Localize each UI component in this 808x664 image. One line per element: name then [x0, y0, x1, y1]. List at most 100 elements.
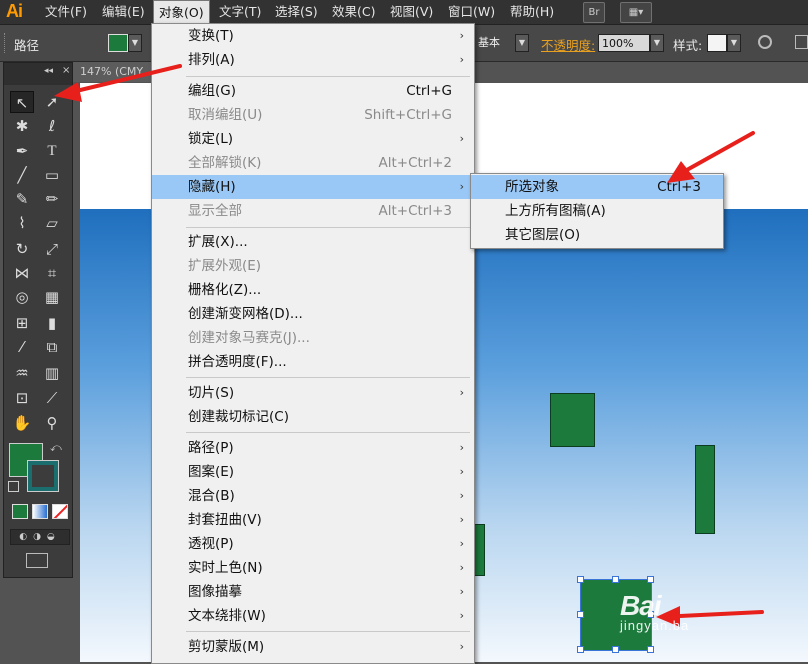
perspective-grid-tool-icon[interactable]: ▦: [40, 286, 64, 308]
menu-item-flatten-transparency[interactable]: 拼合透明度(F)...: [152, 350, 474, 374]
menu-effect[interactable]: 效果(C): [327, 0, 380, 24]
shape-builder-tool-icon[interactable]: ◎: [10, 286, 34, 308]
menu-item-expand[interactable]: 扩展(X)...: [152, 230, 474, 254]
menu-item-create-trim-marks[interactable]: 创建裁切标记(C): [152, 405, 474, 429]
green-rectangle[interactable]: [550, 393, 595, 447]
blob-brush-tool-icon[interactable]: ⌇: [10, 212, 34, 234]
menu-window[interactable]: 窗口(W): [443, 0, 500, 24]
color-mode-icon[interactable]: [12, 504, 28, 519]
magic-wand-tool-icon[interactable]: ✱: [10, 115, 34, 137]
paintbrush-tool-icon[interactable]: ✎: [10, 188, 34, 210]
object-menu-dropdown: 变换(T) › 排列(A) › 编组(G) Ctrl+G 取消编组(U) Shift+C…: [151, 23, 475, 664]
menu-item-image-trace[interactable]: 图像描摹 ›: [152, 580, 474, 604]
align-icon[interactable]: [795, 35, 808, 49]
screen-mode-icon[interactable]: [26, 553, 48, 568]
lasso-tool-icon[interactable]: ℓ: [40, 115, 64, 137]
selection-handle[interactable]: [612, 646, 619, 653]
gradient-tool-icon[interactable]: ▮: [40, 312, 64, 334]
symbol-sprayer-tool-icon[interactable]: ♒: [10, 362, 34, 384]
menu-item-create-object-mosaic: 创建对象马赛克(J)...: [188, 330, 310, 346]
graph-tool-icon[interactable]: ▥: [40, 362, 64, 384]
blend-tool-icon[interactable]: ⧉: [40, 336, 64, 358]
artboard-tool-icon[interactable]: ⊡: [10, 387, 34, 409]
green-bar[interactable]: [695, 445, 715, 534]
submenu-item-all-artwork-above[interactable]: 上方所有图稿(A): [471, 199, 723, 223]
opacity-label[interactable]: 不透明度:: [541, 35, 595, 54]
workspace-switcher-icon[interactable]: ▦▾: [620, 2, 652, 23]
menu-item-live-paint[interactable]: 实时上色(N) ›: [152, 556, 474, 580]
menu-select[interactable]: 选择(S): [270, 0, 323, 24]
baidu-watermark: Bai jingyan.ba: [620, 590, 690, 633]
menu-item-text-wrap[interactable]: 文本绕排(W) ›: [152, 604, 474, 628]
menu-item-transform[interactable]: 变换(T) ›: [152, 24, 474, 48]
free-transform-tool-icon[interactable]: ⌗: [40, 262, 64, 284]
rectangle-tool-icon[interactable]: ▭: [40, 164, 64, 186]
menu-type[interactable]: 文字(T): [214, 0, 266, 24]
menu-item-envelope-distort[interactable]: 封套扭曲(V) ›: [152, 508, 474, 532]
style-dropdown-arrow-icon[interactable]: ▼: [727, 34, 741, 52]
menu-item-create-gradient-mesh[interactable]: 创建渐变网格(D)...: [152, 302, 474, 326]
menu-separator: [186, 227, 470, 228]
pencil-tool-icon[interactable]: ✏: [40, 188, 64, 210]
submenu-arrow-icon: ›: [459, 441, 464, 454]
menu-item-show-all: 显示全部 Alt+Ctrl+3: [188, 203, 452, 219]
menu-item-path[interactable]: 路径(P) ›: [152, 436, 474, 460]
width-tool-icon[interactable]: ⋈: [10, 262, 34, 284]
fill-dropdown-arrow-icon[interactable]: ▼: [128, 34, 142, 52]
menu-bar: Ai 文件(F) 编辑(E) 对象(O) 文字(T) 选择(S) 效果(C) 视…: [0, 0, 808, 25]
submenu-item-other-layers[interactable]: 其它图层(O): [471, 223, 723, 247]
menu-item-clipping-mask[interactable]: 剪切蒙版(M) ›: [152, 635, 474, 659]
menu-item-hide[interactable]: 隐藏(H) ›: [152, 175, 474, 199]
hand-tool-icon[interactable]: ✋: [10, 412, 34, 434]
selection-handle[interactable]: [577, 611, 584, 618]
opacity-dropdown-arrow-icon[interactable]: ▼: [650, 34, 664, 52]
submenu-arrow-icon: ›: [459, 609, 464, 622]
menu-item-perspective[interactable]: 透视(P) ›: [152, 532, 474, 556]
eyedropper-tool-icon[interactable]: ⁄: [10, 336, 34, 358]
selection-handle[interactable]: [577, 646, 584, 653]
zoom-tool-icon[interactable]: ⚲: [40, 412, 64, 434]
eraser-tool-icon[interactable]: ▱: [40, 212, 64, 234]
menu-help[interactable]: 帮助(H): [505, 0, 559, 24]
menu-item-pattern[interactable]: 图案(E) ›: [152, 460, 474, 484]
opacity-input[interactable]: 100%: [598, 34, 650, 52]
menu-edit[interactable]: 编辑(E): [97, 0, 150, 24]
menu-item-lock[interactable]: 锁定(L) ›: [152, 127, 474, 151]
menu-item-arrange[interactable]: 排列(A) ›: [152, 48, 474, 72]
selection-handle[interactable]: [612, 576, 619, 583]
default-colors-icon[interactable]: [8, 481, 19, 492]
type-tool-icon[interactable]: T: [40, 140, 64, 162]
recolor-icon[interactable]: [758, 35, 772, 49]
pen-tool-icon[interactable]: ✒: [10, 140, 34, 162]
rotate-tool-icon[interactable]: ↻: [10, 238, 34, 260]
selection-handle[interactable]: [647, 646, 654, 653]
menu-item-rasterize[interactable]: 栅格化(Z)...: [152, 278, 474, 302]
menu-item-group[interactable]: 编组(G) Ctrl+G: [152, 79, 474, 103]
grip-icon: [4, 33, 8, 53]
slice-tool-icon[interactable]: ⟋: [40, 387, 64, 409]
mesh-tool-icon[interactable]: ⊞: [10, 312, 34, 334]
scale-tool-icon[interactable]: ⤢: [40, 238, 64, 260]
stroke-style-arrow-icon[interactable]: ▼: [515, 34, 529, 52]
bridge-button[interactable]: Br: [583, 2, 605, 23]
stroke-swatch[interactable]: [27, 460, 59, 492]
menu-item-slice[interactable]: 切片(S) ›: [152, 381, 474, 405]
stroke-style-dropdown[interactable]: 基本: [475, 34, 515, 52]
line-tool-icon[interactable]: ╱: [10, 164, 34, 186]
submenu-arrow-icon: ›: [459, 132, 464, 145]
draw-mode-icons[interactable]: ◐◑◒: [10, 529, 70, 545]
selection-tool-icon[interactable]: ↖: [10, 91, 34, 113]
menu-object[interactable]: 对象(O): [153, 0, 210, 24]
style-label: 样式:: [673, 38, 703, 53]
menu-item-blend[interactable]: 混合(B) ›: [152, 484, 474, 508]
submenu-arrow-icon: ›: [459, 537, 464, 550]
gradient-mode-icon[interactable]: [32, 504, 48, 519]
selection-handle[interactable]: [577, 576, 584, 583]
graphic-style-swatch[interactable]: [707, 34, 727, 52]
none-mode-icon[interactable]: [52, 504, 68, 519]
selection-handle[interactable]: [647, 576, 654, 583]
menu-file[interactable]: 文件(F): [40, 0, 92, 24]
fill-color-swatch[interactable]: [108, 34, 128, 52]
swap-fill-stroke-icon[interactable]: ⤺: [50, 441, 62, 455]
menu-view[interactable]: 视图(V): [385, 0, 438, 24]
